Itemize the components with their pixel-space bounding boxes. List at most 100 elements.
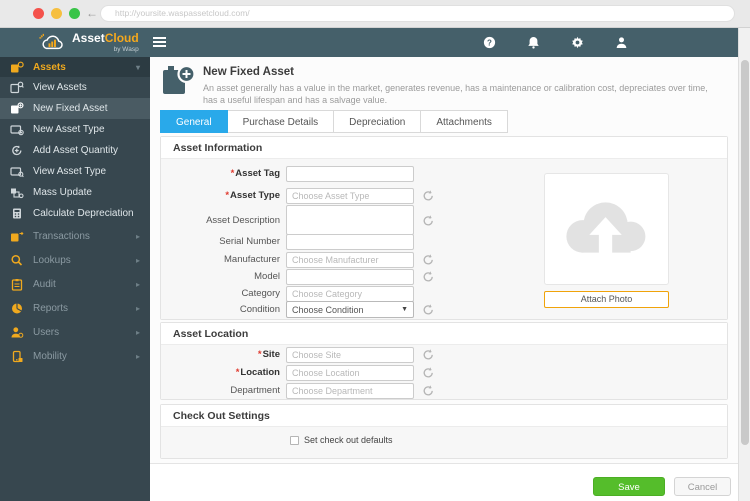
chevron-right-icon: ▸ bbox=[135, 255, 140, 265]
sidebar-item-new-fixed-asset[interactable]: New Fixed Asset bbox=[0, 98, 150, 119]
site-input[interactable] bbox=[286, 346, 414, 363]
main-content: New Fixed Asset An asset generally has a… bbox=[150, 57, 738, 501]
new-fixed-asset-icon bbox=[10, 102, 24, 115]
reports-pie-chart-icon bbox=[10, 302, 24, 315]
manufacturer-input[interactable] bbox=[286, 251, 414, 268]
assets-box-icon bbox=[10, 61, 24, 74]
settings-gear-icon[interactable] bbox=[571, 36, 584, 49]
department-input[interactable] bbox=[286, 382, 414, 399]
sidebar-item-transactions[interactable]: Transactions ▸ bbox=[0, 224, 150, 248]
tab-general[interactable]: General bbox=[160, 110, 228, 133]
sidebar-item-lookups[interactable]: Lookups ▸ bbox=[0, 248, 150, 272]
add-asset-quantity-icon bbox=[10, 144, 24, 157]
chevron-right-icon: ▸ bbox=[135, 351, 140, 361]
manufacturer-label: Manufacturer bbox=[224, 254, 280, 265]
refresh-icon[interactable] bbox=[421, 348, 434, 361]
department-label: Department bbox=[230, 385, 280, 396]
refresh-icon[interactable] bbox=[421, 214, 434, 227]
back-arrow-icon[interactable]: ← bbox=[86, 6, 98, 20]
chevron-right-icon: ▸ bbox=[135, 231, 140, 241]
set-checkout-defaults-checkbox[interactable] bbox=[290, 435, 299, 445]
transactions-icon bbox=[10, 230, 24, 243]
sidebar-item-mobility[interactable]: Mobility ▸ bbox=[0, 344, 150, 368]
section-title-asset-information: Asset Information bbox=[161, 137, 727, 159]
page-header: New Fixed Asset An asset generally has a… bbox=[150, 57, 726, 105]
brand-byline: by Wasp bbox=[113, 46, 139, 53]
chevron-down-icon: ▾ bbox=[135, 62, 140, 72]
form-footer: Save Cancel bbox=[150, 463, 738, 501]
model-input[interactable] bbox=[286, 268, 414, 285]
location-input[interactable] bbox=[286, 364, 414, 381]
asset-tag-input[interactable] bbox=[286, 165, 414, 182]
sidebar-item-new-asset-type[interactable]: New Asset Type bbox=[0, 119, 150, 140]
tab-attachments[interactable]: Attachments bbox=[421, 110, 508, 133]
refresh-icon[interactable] bbox=[421, 189, 434, 202]
maximize-window-icon[interactable] bbox=[69, 8, 80, 19]
asset-location-section: Asset Location *Site *Location Departmen… bbox=[160, 322, 728, 400]
assetcloud-cloud-logo-icon bbox=[36, 31, 68, 53]
user-profile-icon[interactable] bbox=[615, 36, 628, 49]
check-out-settings-section: Check Out Settings Set check out default… bbox=[160, 404, 728, 459]
browser-chrome: ← → http://yoursite.waspassetcloud.com/ bbox=[0, 0, 750, 28]
brand-name-cloud: Cloud bbox=[104, 31, 139, 45]
attach-photo-button[interactable]: Attach Photo bbox=[544, 291, 669, 308]
hamburger-menu-icon[interactable] bbox=[153, 37, 166, 48]
chevron-down-icon: ▼ bbox=[401, 306, 408, 313]
brand-logo: AssetCloud by Wasp bbox=[36, 30, 139, 54]
mobility-phone-icon bbox=[10, 350, 24, 363]
page-scrollbar[interactable] bbox=[738, 28, 750, 501]
sidebar-nav: Assets ▾ View Assets New Fixed Asset New… bbox=[0, 57, 150, 501]
form-tabs: General Purchase Details Depreciation At… bbox=[160, 110, 508, 133]
section-title-check-out-settings: Check Out Settings bbox=[161, 405, 727, 427]
sidebar-item-mass-update[interactable]: Mass Update bbox=[0, 182, 150, 203]
view-asset-type-icon bbox=[10, 165, 24, 178]
sidebar-item-view-assets[interactable]: View Assets bbox=[0, 77, 150, 98]
serial-number-label: Serial Number bbox=[219, 236, 280, 247]
condition-label: Condition bbox=[239, 304, 280, 315]
sidebar-item-users[interactable]: Users ▸ bbox=[0, 320, 150, 344]
minimize-window-icon[interactable] bbox=[51, 8, 62, 19]
sidebar-item-audit[interactable]: Audit ▸ bbox=[0, 272, 150, 296]
mass-update-icon bbox=[10, 186, 24, 199]
sidebar-item-view-asset-type[interactable]: View Asset Type bbox=[0, 161, 150, 182]
users-person-icon bbox=[10, 326, 24, 339]
brand-name-asset: Asset bbox=[72, 31, 105, 45]
asset-description-textarea[interactable] bbox=[286, 205, 414, 235]
refresh-icon[interactable] bbox=[421, 384, 434, 397]
scrollbar-thumb[interactable] bbox=[741, 60, 749, 445]
tab-depreciation[interactable]: Depreciation bbox=[334, 110, 422, 133]
photo-preview-panel bbox=[544, 173, 669, 285]
asset-type-label: *Asset Type bbox=[225, 190, 280, 201]
sidebar-item-reports[interactable]: Reports ▸ bbox=[0, 296, 150, 320]
cancel-button[interactable]: Cancel bbox=[674, 477, 731, 496]
view-assets-icon bbox=[10, 81, 24, 94]
refresh-icon[interactable] bbox=[421, 366, 434, 379]
save-button[interactable]: Save bbox=[593, 477, 665, 496]
asset-type-input[interactable] bbox=[286, 187, 414, 204]
lookups-magnifier-icon bbox=[10, 254, 24, 267]
close-window-icon[interactable] bbox=[33, 8, 44, 19]
app-header: AssetCloud by Wasp ? bbox=[0, 28, 738, 57]
notifications-bell-icon[interactable] bbox=[527, 36, 540, 49]
sidebar-item-assets[interactable]: Assets ▾ bbox=[0, 57, 150, 77]
page-description: An asset generally has a value in the ma… bbox=[203, 83, 708, 93]
model-label: Model bbox=[254, 271, 280, 282]
serial-number-input[interactable] bbox=[286, 233, 414, 250]
condition-select[interactable]: Choose Condition ▼ bbox=[286, 301, 414, 318]
sidebar-item-add-asset-quantity[interactable]: Add Asset Quantity bbox=[0, 140, 150, 161]
location-label: *Location bbox=[235, 367, 280, 378]
url-bar[interactable]: http://yoursite.waspassetcloud.com/ bbox=[100, 5, 735, 22]
audit-clipboard-icon bbox=[10, 278, 24, 291]
tab-purchase-details[interactable]: Purchase Details bbox=[227, 110, 335, 133]
sidebar-item-calculate-depreciation[interactable]: Calculate Depreciation bbox=[0, 203, 150, 224]
category-label: Category bbox=[241, 288, 280, 299]
refresh-icon[interactable] bbox=[421, 253, 434, 266]
new-asset-type-icon bbox=[10, 123, 24, 136]
category-input[interactable] bbox=[286, 285, 414, 302]
set-checkout-defaults-label: Set check out defaults bbox=[304, 435, 393, 445]
asset-tag-label: *Asset Tag bbox=[230, 168, 280, 179]
refresh-icon[interactable] bbox=[421, 303, 434, 316]
set-checkout-defaults-row[interactable]: Set check out defaults bbox=[290, 435, 393, 445]
refresh-icon[interactable] bbox=[421, 270, 434, 283]
help-icon[interactable]: ? bbox=[483, 36, 496, 49]
